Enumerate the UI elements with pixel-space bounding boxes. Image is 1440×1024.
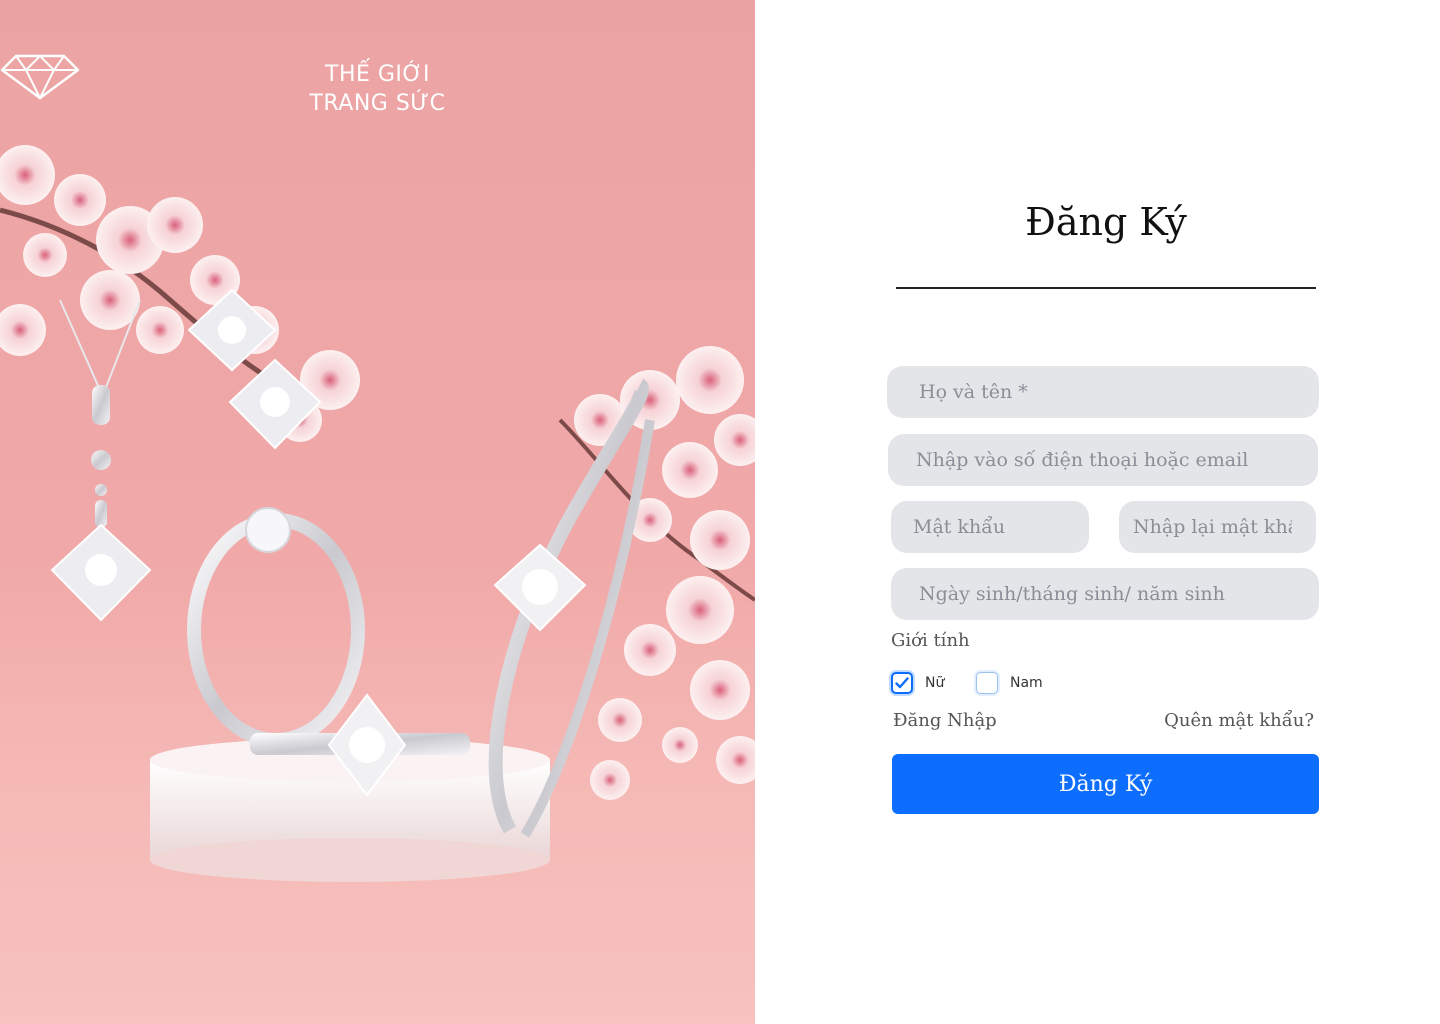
date-of-birth-input[interactable] bbox=[891, 568, 1319, 620]
forgot-password-link[interactable]: Quên mật khẩu? bbox=[1164, 710, 1314, 731]
brand-name-line1: THẾ GIỚI bbox=[325, 62, 430, 87]
confirm-password-input[interactable] bbox=[1119, 501, 1316, 553]
jewelry-product-illustration bbox=[0, 145, 755, 882]
phone-or-email-input[interactable] bbox=[888, 434, 1318, 486]
gender-option-female[interactable]: Nữ bbox=[891, 670, 944, 696]
brand-name-line2: TRANG SỨC bbox=[309, 91, 446, 116]
full-name-input[interactable] bbox=[887, 366, 1319, 418]
female-checkbox[interactable] bbox=[891, 672, 913, 694]
gender-label: Giới tính bbox=[891, 630, 970, 651]
checkmark-icon bbox=[895, 677, 909, 689]
title-divider bbox=[896, 287, 1316, 289]
male-label: Nam bbox=[1010, 675, 1043, 691]
register-button[interactable]: Đăng Ký bbox=[892, 754, 1319, 814]
gender-option-male[interactable]: Nam bbox=[976, 670, 1043, 696]
female-label: Nữ bbox=[925, 675, 945, 691]
page-title: Đăng Ký bbox=[1025, 200, 1187, 244]
hero-image-panel: THẾ GIỚI TRANG SỨC bbox=[0, 0, 755, 1024]
diamond-logo-icon bbox=[0, 54, 80, 100]
password-input[interactable] bbox=[891, 501, 1089, 553]
male-checkbox[interactable] bbox=[976, 672, 998, 694]
login-link[interactable]: Đăng Nhập bbox=[893, 710, 997, 731]
brand-block: THẾ GIỚI TRANG SỨC bbox=[0, 52, 755, 118]
